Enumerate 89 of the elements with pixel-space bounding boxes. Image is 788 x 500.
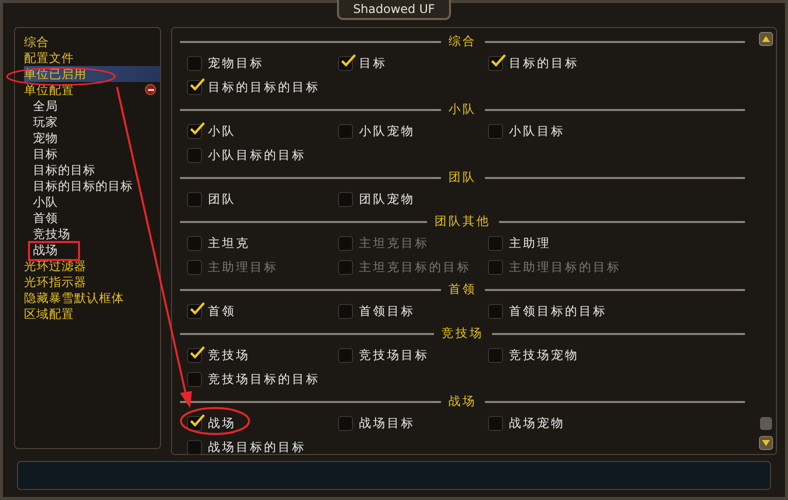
checkbox[interactable] [187, 148, 202, 164]
checkbox-label: 小队宠物 [359, 123, 415, 140]
checkbox[interactable] [187, 56, 202, 72]
checkbox[interactable] [187, 348, 202, 364]
checkbox-label: 主坦克目标的目标 [359, 259, 471, 276]
checkbox[interactable] [338, 416, 353, 432]
check-icon [340, 54, 356, 68]
checkbox-label: 目标的目标 [509, 55, 579, 72]
section-title: 首领 [448, 281, 476, 298]
section-title: 综合 [448, 33, 476, 50]
checkbox-label: 战场宠物 [509, 415, 565, 432]
checkbox-label: 战场目标 [359, 415, 415, 432]
checkbox[interactable] [187, 440, 202, 456]
up-triangle-icon [762, 36, 770, 42]
checkbox-label: 主助理目标 [208, 259, 278, 276]
window-title: Shadowed UF [337, 0, 451, 20]
check-icon [189, 78, 205, 92]
sidebar-item[interactable]: 光环指示器 [24, 274, 160, 290]
checkbox[interactable] [187, 192, 202, 208]
checkbox-label: 小队 [208, 123, 236, 140]
check-icon [490, 54, 506, 68]
section-title: 战场 [448, 393, 476, 410]
sidebar-item[interactable]: 目标 [24, 146, 160, 162]
checkbox-label: 主助理目标的目标 [509, 259, 621, 276]
sidebar-item[interactable]: 玩家 [24, 114, 160, 130]
checkbox-label: 竞技场目标的目标 [208, 371, 320, 388]
sidebar-item[interactable]: 战场 [24, 242, 160, 258]
check-icon [189, 302, 205, 316]
sidebar-item[interactable]: 全局 [24, 98, 160, 114]
sidebar-item[interactable]: 小队 [24, 194, 160, 210]
checkbox-label: 战场目标的目标 [208, 439, 306, 456]
scroll-thumb[interactable] [760, 416, 772, 430]
check-icon [189, 346, 205, 360]
sidebar-item[interactable]: 综合 [24, 34, 160, 50]
section-title: 团队 [448, 169, 476, 186]
sidebar-item[interactable]: 竞技场 [24, 226, 160, 242]
checkbox-label: 主助理 [509, 235, 551, 252]
scroll-up-button[interactable] [759, 32, 773, 46]
checkbox-label: 首领目标 [359, 303, 415, 320]
checkbox-label: 主坦克目标 [359, 235, 429, 252]
highlight-ellipse [180, 407, 250, 435]
section-title: 竞技场 [442, 325, 484, 342]
section-title: 小队 [448, 101, 476, 118]
checkbox[interactable] [187, 372, 202, 388]
checkbox-label: 首领目标的目标 [509, 303, 607, 320]
checkbox[interactable] [488, 348, 503, 364]
checkbox-label: 团队 [208, 191, 236, 208]
checkbox-label: 团队宠物 [359, 191, 415, 208]
checkbox-label: 小队目标 [509, 123, 565, 140]
check-icon [189, 414, 205, 428]
checkbox-label: 首领 [208, 303, 236, 320]
checkbox[interactable] [488, 124, 503, 140]
checkbox-label: 主坦克 [208, 235, 250, 252]
sidebar-item[interactable]: 首领 [24, 210, 160, 226]
sidebar-item[interactable]: 隐藏暴雪默认框体 [24, 290, 160, 306]
checkbox[interactable] [488, 416, 503, 432]
sidebar-item[interactable]: 宠物 [24, 130, 160, 146]
checkbox[interactable] [338, 192, 353, 208]
scroll-down-button[interactable] [759, 436, 773, 450]
checkbox[interactable] [187, 416, 202, 432]
highlight-rectangle [28, 241, 80, 261]
collapse-button[interactable] [145, 84, 156, 96]
down-triangle-icon [762, 440, 770, 446]
checkbox[interactable] [338, 304, 353, 320]
checkbox-label: 竞技场宠物 [509, 347, 579, 364]
sidebar-item[interactable]: 光环过滤器 [24, 258, 160, 274]
checkbox[interactable] [187, 236, 202, 252]
checkbox[interactable] [187, 304, 202, 320]
checkbox-label: 宠物目标 [208, 55, 264, 72]
checkbox[interactable] [338, 348, 353, 364]
sidebar-item[interactable]: 区域配置 [24, 306, 160, 322]
checkbox[interactable] [488, 56, 503, 72]
checkbox-label: 竞技场 [208, 347, 250, 364]
checkbox[interactable] [488, 236, 503, 252]
sidebar-item[interactable]: 配置文件 [24, 50, 160, 66]
check-icon [189, 122, 205, 136]
checkbox[interactable] [187, 80, 202, 96]
sidebar-item[interactable]: 目标的目标的目标 [24, 178, 160, 194]
checkbox-label: 小队目标的目标 [208, 147, 306, 164]
checkbox-label: 战场 [208, 415, 236, 432]
checkbox[interactable] [338, 56, 353, 72]
checkbox[interactable] [187, 124, 202, 140]
checkbox-label: 目标 [359, 55, 387, 72]
checkbox[interactable] [338, 124, 353, 140]
checkbox[interactable] [488, 304, 503, 320]
checkbox-label: 目标的目标的目标 [208, 79, 320, 96]
section-title: 团队其他 [434, 213, 490, 230]
checkbox-label: 竞技场目标 [359, 347, 429, 364]
sidebar-item[interactable]: 目标的目标 [24, 162, 160, 178]
